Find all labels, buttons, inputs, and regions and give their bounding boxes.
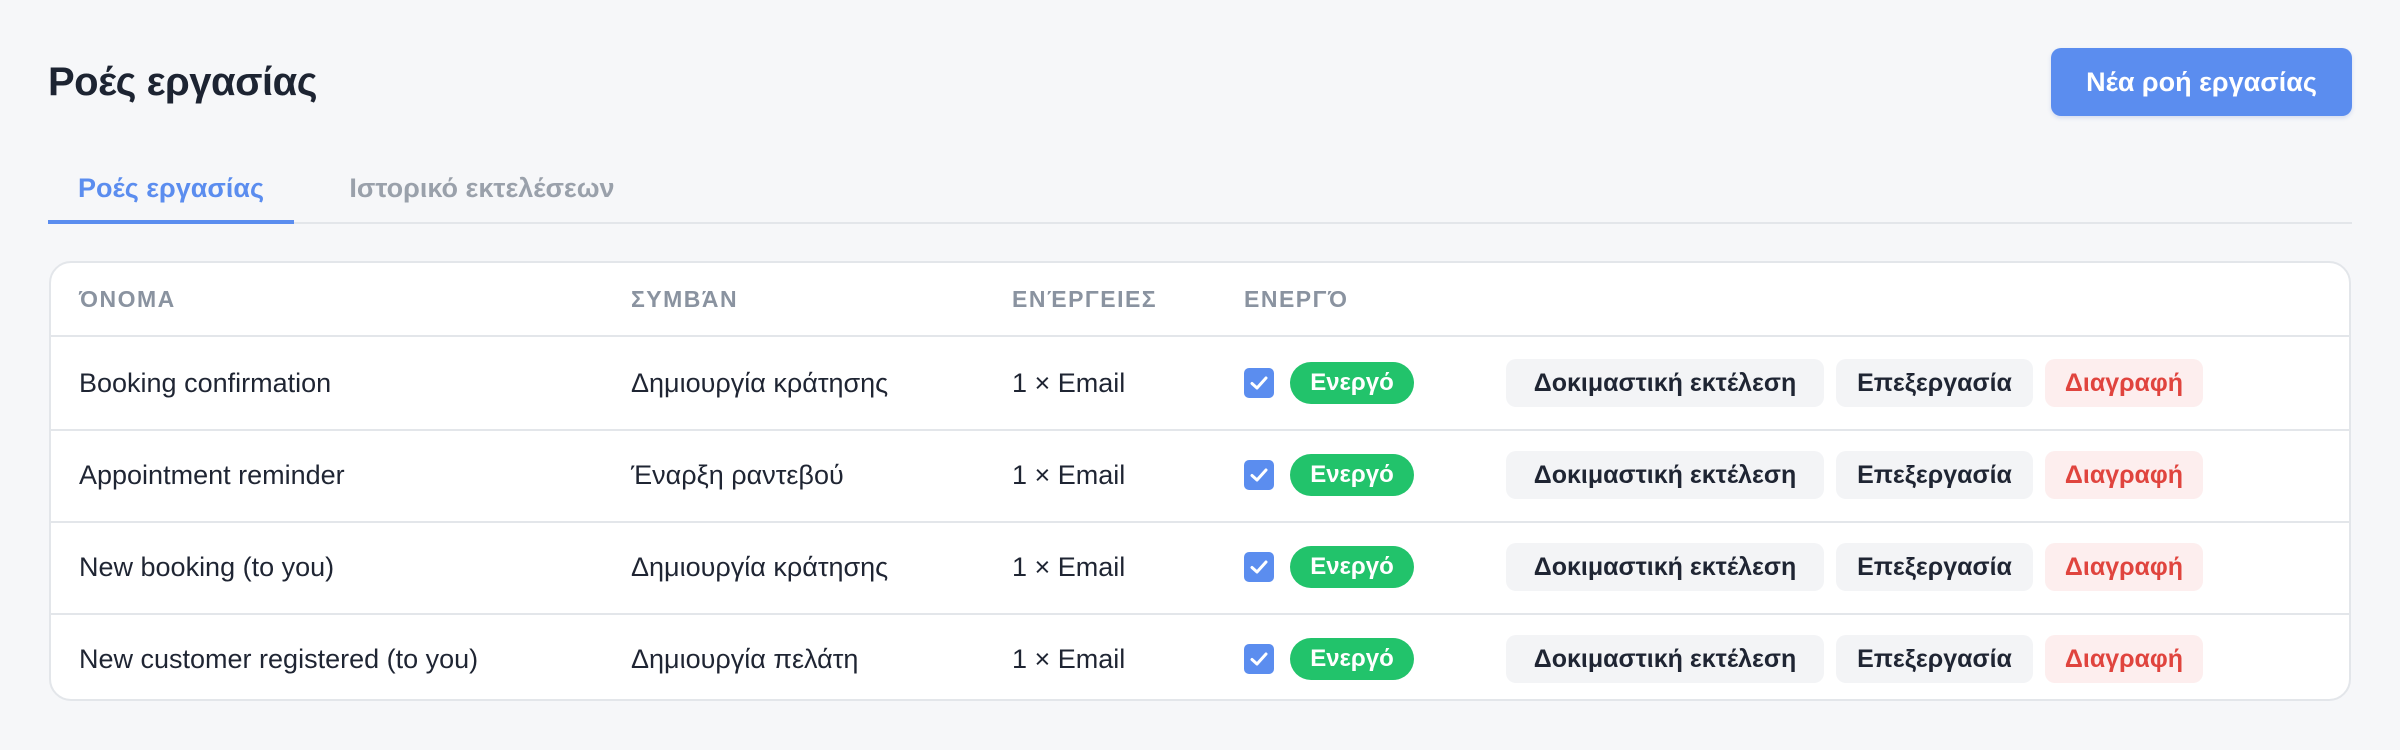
workflow-name: New customer registered (to you) (79, 644, 479, 674)
column-header-name: ΌΝΟΜΑ (79, 286, 176, 312)
workflow-actions: 1 × Email (1012, 460, 1126, 490)
active-checkbox[interactable] (1244, 644, 1274, 674)
delete-button[interactable]: Διαγραφή (2045, 543, 2203, 591)
table-row: Appointment reminder Έναρξη ραντεβού 1 ×… (51, 429, 2349, 523)
test-run-button[interactable]: Δοκιμαστική εκτέλεση (1506, 451, 1824, 499)
column-header-active: ΕΝΕΡΓΌ (1244, 286, 1349, 312)
active-checkbox[interactable] (1244, 460, 1274, 490)
workflow-actions: 1 × Email (1012, 644, 1126, 674)
tab-workflows[interactable]: Ροές εργασίας (48, 160, 294, 224)
workflow-event: Δημιουργία κράτησης (631, 368, 889, 398)
active-checkbox[interactable] (1244, 368, 1274, 398)
checkmark-icon (1250, 652, 1268, 666)
workflow-event: Δημιουργία κράτησης (631, 552, 889, 582)
workflow-actions: 1 × Email (1012, 368, 1126, 398)
table-header: ΌΝΟΜΑ ΣΥΜΒΆΝ ΕΝΈΡΓΕΙΕΣ ΕΝΕΡΓΌ (51, 263, 2349, 337)
checkmark-icon (1250, 468, 1268, 482)
delete-button[interactable]: Διαγραφή (2045, 635, 2203, 683)
workflow-event: Δημιουργία πελάτη (631, 644, 859, 674)
edit-button[interactable]: Επεξεργασία (1836, 359, 2033, 407)
status-badge: Ενεργό (1290, 546, 1414, 588)
workflow-name: Booking confirmation (79, 368, 332, 398)
workflow-name: Appointment reminder (79, 460, 345, 490)
edit-button[interactable]: Επεξεργασία (1836, 543, 2033, 591)
edit-button[interactable]: Επεξεργασία (1836, 451, 2033, 499)
workflow-name: New booking (to you) (79, 552, 335, 582)
status-badge: Ενεργό (1290, 454, 1414, 496)
test-run-button[interactable]: Δοκιμαστική εκτέλεση (1506, 359, 1824, 407)
workflows-table: ΌΝΟΜΑ ΣΥΜΒΆΝ ΕΝΈΡΓΕΙΕΣ ΕΝΕΡΓΌ Booking co… (49, 261, 2351, 701)
delete-button[interactable]: Διαγραφή (2045, 359, 2203, 407)
table-row: Booking confirmation Δημιουργία κράτησης… (51, 337, 2349, 431)
status-badge: Ενεργό (1290, 638, 1414, 680)
page-title: Ροές εργασίας (48, 60, 318, 104)
delete-button[interactable]: Διαγραφή (2045, 451, 2203, 499)
active-checkbox[interactable] (1244, 552, 1274, 582)
edit-button[interactable]: Επεξεργασία (1836, 635, 2033, 683)
workflows-page: Ροές εργασίας Νέα ροή εργασίας Ροές εργα… (0, 0, 2400, 750)
test-run-button[interactable]: Δοκιμαστική εκτέλεση (1506, 635, 1824, 683)
checkmark-icon (1250, 560, 1268, 574)
checkmark-icon (1250, 376, 1268, 390)
table-row: New customer registered (to you) Δημιουρ… (51, 613, 2349, 699)
column-header-actions: ΕΝΈΡΓΕΙΕΣ (1012, 286, 1158, 312)
test-run-button[interactable]: Δοκιμαστική εκτέλεση (1506, 543, 1824, 591)
new-workflow-button[interactable]: Νέα ροή εργασίας (2051, 48, 2352, 116)
workflow-actions: 1 × Email (1012, 552, 1126, 582)
table-row: New booking (to you) Δημιουργία κράτησης… (51, 521, 2349, 615)
status-badge: Ενεργό (1290, 362, 1414, 404)
column-header-event: ΣΥΜΒΆΝ (631, 286, 739, 312)
tab-bar: Ροές εργασίας Ιστορικό εκτελέσεων (48, 160, 2352, 224)
tab-run-history[interactable]: Ιστορικό εκτελέσεων (330, 160, 634, 222)
workflow-event: Έναρξη ραντεβού (631, 460, 844, 490)
